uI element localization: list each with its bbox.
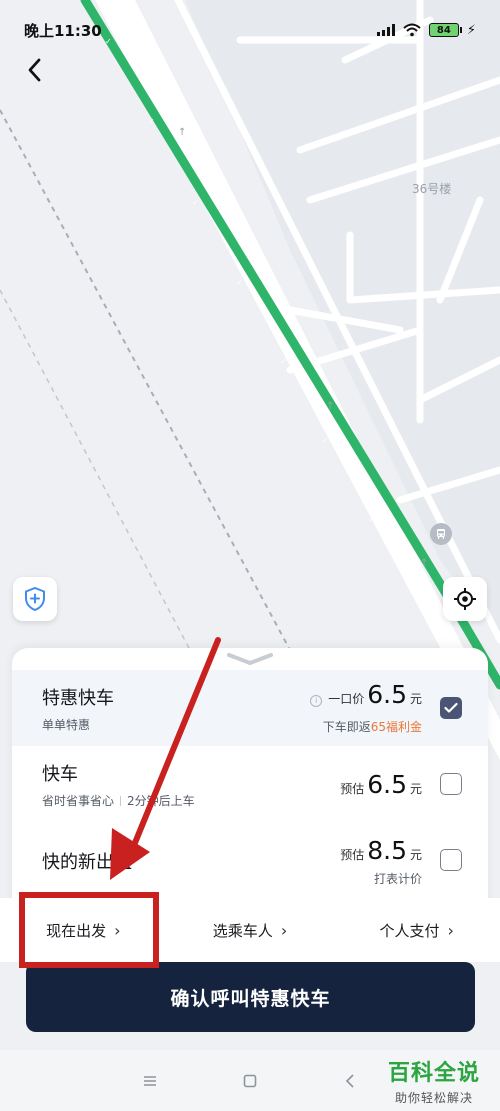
option-label: 现在出发 — [46, 921, 107, 940]
info-icon[interactable]: i — [310, 694, 323, 707]
ride-option-tehui[interactable]: 特惠快车 单单特惠 i 一口价 6.5 元 下车即返65福利金 — [12, 670, 488, 746]
bus-stop-icon[interactable] — [430, 523, 452, 545]
price-line: 预估 8.5 元 — [340, 836, 422, 865]
map-building-label: 36号楼 — [412, 182, 452, 196]
ride-subtitle: 单单特惠 — [42, 716, 90, 733]
price-prefix: 一口价 — [328, 692, 365, 706]
shield-icon — [25, 587, 45, 611]
ride-name: 特惠快车 — [42, 688, 114, 709]
depart-now-option[interactable]: 现在出发 › — [0, 920, 167, 941]
status-bar: 晚上11:30 84 ⚡ — [0, 0, 500, 60]
status-time: 晚上11:30 — [24, 21, 102, 40]
svg-text:✓: ✓ — [322, 436, 329, 445]
home-square-icon — [243, 1074, 257, 1087]
battery-level: 84 — [436, 24, 451, 36]
ride-name: 快的新出租 — [42, 852, 132, 873]
price-note-text: 打表计价 — [373, 872, 422, 886]
svg-text:↑: ↑ — [178, 127, 186, 138]
ride-subtitle: 省时省事省心 2分钟后上车 — [42, 792, 195, 809]
locate-icon — [454, 588, 476, 610]
price-note-text: 下车即返 — [322, 720, 371, 734]
price-prefix: 预估 — [340, 848, 365, 862]
menu-nav-button[interactable] — [135, 1066, 165, 1096]
price-unit: 元 — [409, 848, 422, 862]
watermark: 百科全说 助你轻松解决 — [374, 1050, 494, 1110]
back-nav-button[interactable] — [335, 1066, 365, 1096]
ride-sub-eta: 2分钟后上车 — [127, 794, 195, 808]
price-line: i 一口价 6.5 元 — [310, 680, 422, 709]
watermark-title: 百科全说 — [387, 1060, 480, 1086]
svg-text:↑: ↑ — [420, 558, 428, 569]
chevron-right-icon: › — [447, 920, 454, 940]
charging-icon: ⚡ — [466, 22, 476, 38]
menu-icon — [144, 1075, 156, 1086]
payment-option[interactable]: 个人支付 › — [333, 920, 500, 941]
svg-text:✓: ✓ — [280, 357, 287, 366]
ride-checkbox[interactable] — [440, 773, 462, 795]
svg-text:✓: ✓ — [236, 278, 243, 287]
price-prefix: 预估 — [340, 782, 365, 796]
price-value: 8.5 — [367, 836, 407, 865]
back-button[interactable] — [18, 52, 50, 88]
chevron-right-icon: › — [114, 920, 121, 940]
price-value: 6.5 — [367, 680, 407, 709]
price-value: 6.5 — [367, 770, 407, 799]
price-note: 下车即返65福利金 — [323, 718, 422, 735]
ride-sub-text: 省时省事省心 — [42, 794, 115, 808]
divider — [120, 795, 122, 806]
price-line: 预估 6.5 元 — [340, 770, 422, 799]
ride-checkbox[interactable] — [440, 849, 462, 871]
svg-text:✓: ✓ — [420, 591, 427, 600]
svg-text:↑: ↑ — [326, 401, 334, 412]
option-label: 个人支付 — [379, 921, 440, 940]
status-icons: 84 ⚡ — [376, 22, 476, 38]
option-label: 选乘车人 — [212, 921, 273, 940]
price-unit: 元 — [409, 692, 422, 706]
wifi-icon — [403, 23, 421, 37]
options-bar: 现在出发 › 选乘车人 › 个人支付 › — [0, 898, 500, 962]
ride-sub-text: 单单特惠 — [42, 718, 91, 732]
ride-option-taxi[interactable]: 快的新出租 预估 8.5 元 打表计价 — [12, 822, 488, 898]
price-note-highlight: 65福利金 — [370, 720, 422, 734]
ride-checkbox-checked[interactable] — [440, 697, 462, 719]
signal-icon — [376, 24, 395, 36]
price-unit: 元 — [409, 782, 422, 796]
safety-shield-button[interactable] — [13, 577, 57, 621]
ride-option-kuaiche[interactable]: 快车 省时省事省心 2分钟后上车 预估 6.5 元 — [12, 746, 488, 822]
chevron-left-icon — [28, 58, 41, 82]
svg-text:✓: ✓ — [192, 198, 199, 207]
home-nav-button[interactable] — [235, 1066, 265, 1096]
price-note: 打表计价 — [374, 870, 422, 887]
battery-icon: 84 — [428, 23, 462, 37]
locate-button[interactable] — [443, 577, 487, 621]
ride-name: 快车 — [42, 764, 78, 785]
svg-text:✓: ✓ — [368, 515, 375, 524]
choose-rider-option[interactable]: 选乘车人 › — [167, 920, 334, 941]
svg-text:✓: ✓ — [148, 117, 155, 126]
chevron-right-icon: › — [280, 920, 288, 940]
checkmark-icon — [444, 702, 458, 713]
ride-options-panel: 特惠快车 单单特惠 i 一口价 6.5 元 下车即返65福利金 快车 省时省事省… — [12, 648, 488, 908]
panel-handle-icon[interactable] — [225, 652, 275, 666]
back-triangle-icon — [345, 1073, 354, 1088]
watermark-subtitle: 助你轻松解决 — [394, 1090, 473, 1105]
confirm-call-button[interactable]: 确认呼叫特惠快车 — [26, 962, 475, 1032]
